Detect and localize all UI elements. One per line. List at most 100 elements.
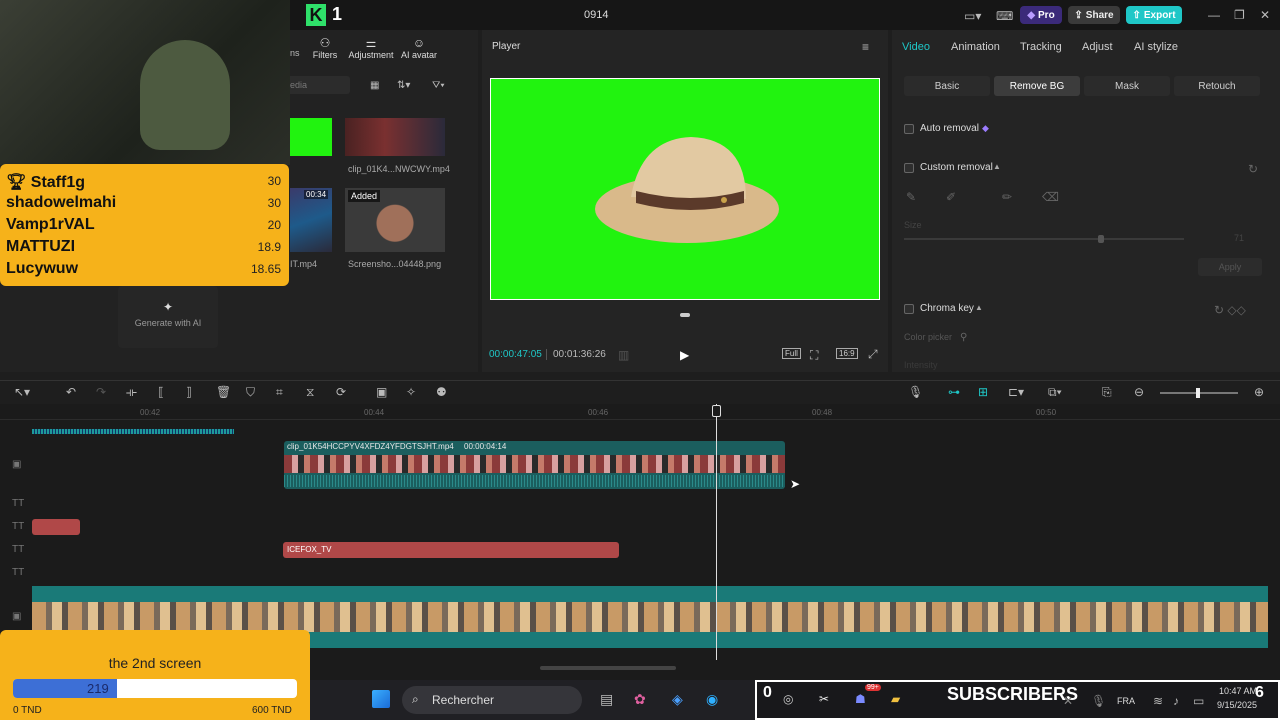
- filter-icon[interactable]: ⛛▾: [432, 79, 445, 93]
- apply-button[interactable]: Apply: [1198, 258, 1262, 276]
- generate-with-ai-button[interactable]: ✦ Generate with AI: [118, 286, 218, 348]
- size-slider-handle[interactable]: [1098, 235, 1104, 243]
- language-indicator[interactable]: FRA: [1117, 696, 1135, 706]
- split-view-icon[interactable]: ⧉▾: [1048, 385, 1062, 399]
- media-thumb-clip[interactable]: [345, 118, 445, 156]
- search-input[interactable]: edia: [286, 76, 350, 94]
- collapse-icon[interactable]: ▲: [993, 162, 1001, 171]
- chroma-key-checkbox[interactable]: [904, 304, 914, 314]
- taskbar-search[interactable]: ⌕ Rechercher: [402, 686, 582, 714]
- discord-icon[interactable]: ☗: [855, 692, 866, 706]
- share-button[interactable]: ⇪ Share: [1068, 6, 1120, 24]
- folder-icon[interactable]: ▰: [891, 692, 900, 706]
- custom-removal-checkbox[interactable]: [904, 163, 914, 173]
- preview-axis-icon[interactable]: ⊏▾: [1008, 385, 1024, 399]
- video-clip[interactable]: clip_01K54HCCPYV4XFDZ4YFDGTSJHT.mp4 00:0…: [284, 441, 785, 489]
- pro-button[interactable]: ◆ Pro: [1020, 6, 1062, 24]
- undo-icon[interactable]: ↶: [66, 385, 76, 399]
- tab-filters[interactable]: ⚇ Filters: [312, 36, 338, 60]
- timecode-icon[interactable]: ▥: [618, 348, 629, 362]
- snap-icon[interactable]: ⊞: [978, 385, 988, 399]
- caption-icon[interactable]: ▣: [376, 385, 387, 399]
- tab-adjust[interactable]: Adjust: [1082, 41, 1113, 53]
- split-right-icon[interactable]: ⟧: [186, 385, 192, 399]
- close-overlay-icon[interactable]: ✕: [1063, 694, 1073, 708]
- edge-icon[interactable]: ◉: [706, 692, 718, 706]
- play-icon[interactable]: ▶: [680, 348, 689, 362]
- crop-icon[interactable]: ⌗: [276, 385, 283, 399]
- preview-scroll-handle[interactable]: [680, 313, 690, 317]
- audio-clip-small[interactable]: [32, 429, 234, 434]
- zoom-handle[interactable]: [1196, 388, 1200, 398]
- media-thumb-screenshot[interactable]: Added: [345, 188, 445, 252]
- zoom-in-icon[interactable]: ⊕: [1254, 385, 1264, 399]
- text-clip-small[interactable]: [32, 519, 80, 535]
- redo-icon[interactable]: ↷: [96, 385, 106, 399]
- tab-animation[interactable]: Animation: [951, 41, 1000, 53]
- media-thumb-green[interactable]: [290, 118, 332, 156]
- tab-tracking[interactable]: Tracking: [1020, 41, 1062, 53]
- auto-removal-checkbox[interactable]: [904, 124, 914, 134]
- wifi-icon[interactable]: ≋: [1153, 694, 1163, 708]
- battery-icon[interactable]: ▭: [1193, 694, 1204, 708]
- magic-icon[interactable]: ✧: [406, 385, 416, 399]
- eraser-pro-icon[interactable]: ✐: [946, 190, 956, 204]
- tab-adjustment[interactable]: ⚌ Adjustment: [348, 36, 394, 60]
- tab-partial[interactable]: ns: [290, 36, 300, 58]
- tab-ai-stylize[interactable]: AI stylize: [1134, 41, 1178, 53]
- brush-icon[interactable]: ✏: [1002, 190, 1012, 204]
- brush-pro-icon[interactable]: ✎: [906, 190, 916, 204]
- windows-start-icon[interactable]: [372, 690, 390, 708]
- minimize-icon[interactable]: —: [1208, 8, 1220, 22]
- captions-icon[interactable]: ⎘: [1102, 385, 1112, 399]
- layout-icon[interactable]: ▭▾: [964, 9, 981, 23]
- tab-ai-avatar[interactable]: ☺ AI avatar: [400, 36, 438, 60]
- shortcuts-icon[interactable]: ⌨: [996, 9, 1013, 23]
- eraser-icon[interactable]: ⌫: [1042, 190, 1059, 204]
- chroma-reset-icon[interactable]: ↻ ◇◇: [1214, 303, 1246, 317]
- sort-icon[interactable]: ⇅▾: [397, 79, 410, 93]
- volume-icon[interactable]: ♪: [1173, 694, 1179, 708]
- copilot-icon[interactable]: ✿: [634, 692, 646, 706]
- eyedropper-icon[interactable]: ⚲: [960, 331, 967, 345]
- media-thumb-video[interactable]: 00:34: [290, 188, 332, 252]
- subtab-basic[interactable]: Basic: [904, 76, 990, 96]
- text-clip-icefox[interactable]: ICEFOX_TV: [283, 542, 619, 558]
- tab-video[interactable]: Video: [902, 41, 930, 53]
- fit-icon[interactable]: ⛶: [810, 348, 818, 362]
- link-icon[interactable]: ⊶: [948, 385, 960, 399]
- fullscreen-icon[interactable]: ⤢: [868, 347, 878, 361]
- taskview-icon[interactable]: ▤: [600, 692, 613, 706]
- maximize-icon[interactable]: ❐: [1234, 8, 1245, 22]
- subtab-mask[interactable]: Mask: [1084, 76, 1170, 96]
- split-icon[interactable]: ⟛: [126, 385, 137, 399]
- grid-view-icon[interactable]: ▦: [370, 79, 379, 93]
- menu-icon[interactable]: ≡: [862, 40, 869, 54]
- mirror-icon[interactable]: ⧖: [306, 385, 314, 399]
- playhead-handle[interactable]: [712, 405, 721, 417]
- reset-icon[interactable]: ↻: [1248, 162, 1258, 176]
- zoom-out-icon[interactable]: ⊖: [1134, 385, 1144, 399]
- capcut-icon[interactable]: ✂: [819, 692, 829, 706]
- rotate-icon[interactable]: ⟳: [336, 385, 346, 399]
- playhead[interactable]: [716, 404, 717, 660]
- subtab-remove-bg[interactable]: Remove BG: [994, 76, 1080, 96]
- zoom-slider[interactable]: [1160, 388, 1238, 398]
- subtab-retouch[interactable]: Retouch: [1174, 76, 1260, 96]
- quality-button[interactable]: Full: [782, 348, 801, 359]
- shield-icon[interactable]: ⛉: [246, 385, 255, 399]
- size-slider[interactable]: [904, 235, 1184, 243]
- person-icon[interactable]: ⚉: [436, 385, 447, 399]
- size-value[interactable]: 71: [1200, 233, 1260, 247]
- store-icon[interactable]: ◈: [672, 692, 683, 706]
- export-button[interactable]: ⇧ Export: [1126, 6, 1182, 24]
- video-preview[interactable]: [490, 78, 880, 300]
- split-left-icon[interactable]: ⟦: [158, 385, 164, 399]
- close-icon[interactable]: ✕: [1260, 8, 1270, 22]
- mic-icon[interactable]: 🎙: [908, 385, 923, 399]
- taskbar-mic-icon[interactable]: 🎙: [1091, 694, 1106, 708]
- select-icon[interactable]: ↖▾: [14, 385, 30, 399]
- chrome-icon[interactable]: ◎: [783, 692, 793, 706]
- timeline-scrollbar[interactable]: [540, 666, 676, 670]
- ratio-button[interactable]: 16:9: [836, 348, 858, 359]
